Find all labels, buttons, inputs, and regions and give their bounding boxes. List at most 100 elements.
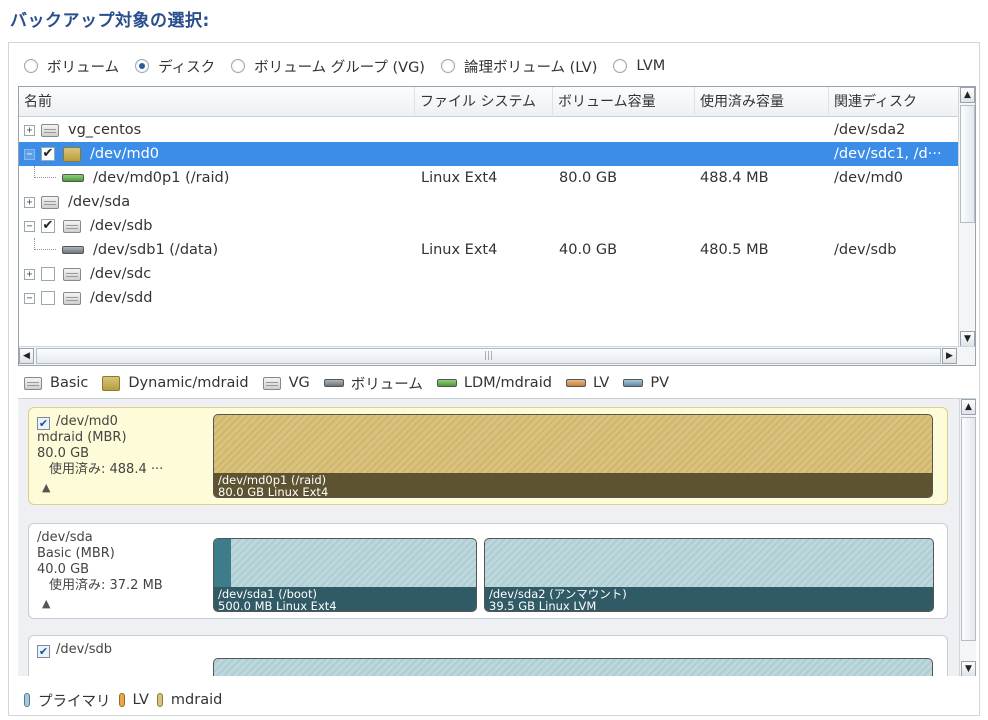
row-capacity: 80.0 GB <box>559 170 618 186</box>
row-checkbox-unchecked[interactable] <box>41 267 55 281</box>
row-name: /dev/sdb1 (/data) <box>93 242 219 258</box>
table-row[interactable]: + /dev/sdc <box>19 262 959 286</box>
eject-icon: ▲ <box>42 597 51 610</box>
radio-label: ボリューム グループ (VG) <box>254 59 425 76</box>
header-filesystem[interactable]: ファイル システム <box>415 87 553 117</box>
legend-label: mdraid <box>170 692 223 708</box>
disk-type: mdraid (MBR) <box>37 430 127 445</box>
basic-disk-icon <box>63 291 81 305</box>
partition-type-legend: プライマリ LV mdraid <box>24 690 230 710</box>
radio-circle[interactable] <box>613 59 628 73</box>
row-filesystem: Linux Ext4 <box>421 242 498 258</box>
view-mode-radio-group: ボリューム ディスク ボリューム グループ (VG) 論理ボリューム (LV) … <box>24 54 681 78</box>
partition-sda2[interactable]: /dev/sda2 (アンマウント) 39.5 GB Linux LVM <box>484 538 934 612</box>
row-capacity: 40.0 GB <box>559 242 618 258</box>
legend-label: LV <box>132 692 149 708</box>
disk-size: 40.0 GB <box>37 562 90 577</box>
radio-disk[interactable]: ディスク <box>135 56 215 77</box>
row-name: vg_centos <box>68 122 142 138</box>
scroll-up-icon[interactable]: ▲ <box>960 87 975 103</box>
header-used[interactable]: 使用済み容量 <box>695 87 829 117</box>
collapse-toggle[interactable]: − <box>24 292 35 304</box>
partition-sdb1[interactable] <box>213 658 933 676</box>
volume-partition-icon <box>62 246 84 254</box>
header-related-disk[interactable]: 関連ディスク <box>829 87 959 117</box>
disk-name: /dev/sda <box>37 530 93 545</box>
scroll-down-icon[interactable]: ▼ <box>961 661 976 676</box>
expand-toggle[interactable]: + <box>24 268 35 280</box>
row-name: /dev/md0 <box>90 146 160 162</box>
disk-map: ✔ /dev/md0 mdraid (MBR) 80.0 GB 使用済み: 488… <box>18 398 976 676</box>
partition-detail: 39.5 GB Linux LVM <box>489 599 597 612</box>
radio-lvm[interactable]: LVM <box>613 58 665 74</box>
radio-volume[interactable]: ボリューム <box>24 56 119 77</box>
row-related-disk: /dev/sda2 <box>834 122 906 138</box>
partition-detail: 80.0 GB Linux Ext4 <box>218 485 329 498</box>
disk-info: ✔ /dev/sdb <box>37 642 212 658</box>
radio-volume-group[interactable]: ボリューム グループ (VG) <box>231 56 425 77</box>
disk-card-sdb[interactable]: ✔ /dev/sdb <box>28 635 948 676</box>
row-checkbox[interactable]: ✔ <box>41 147 55 161</box>
scroll-right-icon[interactable]: ▶ <box>942 348 957 364</box>
eject-icon: ▲ <box>42 481 51 494</box>
radio-circle[interactable] <box>440 59 455 73</box>
basic-disk-icon <box>63 219 81 233</box>
scroll-up-icon[interactable]: ▲ <box>961 399 976 415</box>
table-row[interactable]: /dev/sdb1 (/data) Linux Ext4 40.0 GB 480… <box>19 238 959 262</box>
table-row[interactable]: − ✔ /dev/sdb <box>19 214 959 238</box>
disk-checkbox[interactable]: ✔ <box>37 645 50 658</box>
row-used: 480.5 MB <box>700 242 769 258</box>
table-row-selected[interactable]: − ✔ /dev/md0 /dev/sdc1, /d··· <box>19 142 959 166</box>
disk-size: 80.0 GB <box>37 446 90 461</box>
row-related-disk: /dev/md0 <box>834 170 904 186</box>
row-filesystem: Linux Ext4 <box>421 170 498 186</box>
radio-logical-volume[interactable]: 論理ボリューム (LV) <box>440 56 597 77</box>
expand-toggle[interactable]: + <box>24 124 35 136</box>
disk-info: /dev/sda Basic (MBR) 40.0 GB 使用済み: 37.2 … <box>37 530 212 610</box>
basic-disk-icon <box>24 376 42 390</box>
mdraid-partition-icon <box>62 174 84 182</box>
scroll-left-icon[interactable]: ◀ <box>19 348 34 364</box>
header-capacity[interactable]: ボリューム容量 <box>553 87 695 117</box>
table-horizontal-scrollbar[interactable]: ◀ ||| ▶ <box>19 346 975 365</box>
scroll-thumb[interactable] <box>960 105 975 223</box>
header-name[interactable]: 名前 <box>19 87 415 117</box>
collapse-toggle[interactable]: − <box>24 220 35 232</box>
dynamic-disk-icon <box>102 375 121 391</box>
scroll-thumb[interactable] <box>961 417 976 641</box>
table-row[interactable]: + vg_centos /dev/sda2 <box>19 118 959 142</box>
legend-label: Basic <box>50 375 89 391</box>
disk-card-sda[interactable]: /dev/sda Basic (MBR) 40.0 GB 使用済み: 37.2 … <box>28 523 948 619</box>
table-vertical-scrollbar[interactable]: ▲ ▼ <box>958 87 975 347</box>
disk-name: /dev/md0 <box>56 414 118 429</box>
table-row[interactable]: /dev/md0p1 (/raid) Linux Ext4 80.0 GB 48… <box>19 166 959 190</box>
row-checkbox[interactable]: ✔ <box>41 219 55 233</box>
table-row[interactable]: + /dev/sda <box>19 190 959 214</box>
horizontal-scroll-thumb[interactable]: ||| <box>36 348 941 364</box>
collapse-toggle[interactable]: − <box>24 148 35 160</box>
table-row[interactable]: − /dev/sdd <box>19 286 959 310</box>
scroll-down-icon[interactable]: ▼ <box>960 331 975 347</box>
partition-md0p1[interactable]: /dev/md0p1 (/raid) 80.0 GB Linux Ext4 <box>213 414 933 498</box>
radio-label: LVM <box>636 58 666 74</box>
basic-disk-icon <box>63 267 81 281</box>
ldm-mdraid-icon <box>436 379 457 387</box>
radio-circle[interactable] <box>231 59 246 73</box>
row-related-disk: /dev/sdb <box>834 242 897 258</box>
radio-circle-checked[interactable] <box>135 59 150 73</box>
radio-circle[interactable] <box>24 59 38 73</box>
row-name: /dev/sdd <box>90 290 153 306</box>
map-vertical-scrollbar[interactable]: ▲ ▼ <box>959 399 976 676</box>
disk-card-md0[interactable]: ✔ /dev/md0 mdraid (MBR) 80.0 GB 使用済み: 488… <box>28 407 948 505</box>
lv-icon <box>565 379 586 387</box>
partition-sda1[interactable]: /dev/sda1 (/boot) 500.0 MB Linux Ext4 <box>213 538 477 612</box>
lv-swatch-icon <box>118 693 125 707</box>
expand-toggle[interactable]: + <box>24 196 35 208</box>
legend-label: LDM/mdraid <box>463 375 552 391</box>
pv-icon <box>623 379 644 387</box>
disk-checkbox[interactable]: ✔ <box>37 417 50 430</box>
vg-icon <box>262 376 281 390</box>
row-checkbox-unchecked[interactable] <box>41 291 55 305</box>
disk-used: 使用済み: 37.2 MB <box>49 578 163 593</box>
legend-label: ボリューム <box>350 376 423 393</box>
